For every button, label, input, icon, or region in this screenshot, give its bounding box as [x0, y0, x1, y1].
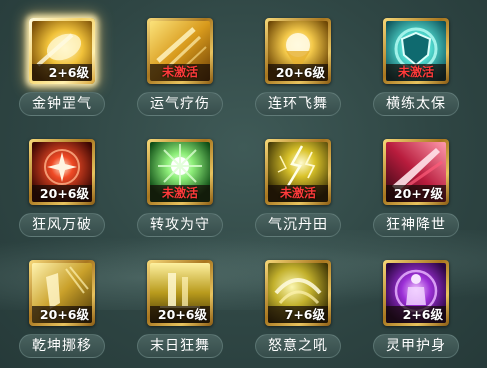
skill-level-badge: 20+6级: [268, 64, 328, 81]
skill-icon-frame[interactable]: 20+6级: [29, 139, 95, 205]
skill-name-label: 狂风万破: [19, 213, 105, 237]
skill-level-badge: 20+6级: [32, 185, 92, 202]
skill-icon-frame[interactable]: 20+6级: [147, 260, 213, 326]
flying-dance-icon: 20+6级: [268, 21, 328, 81]
skill-grid: 2+6级 金钟罡气 未激活 运气疗伤 20+6级 连环飞舞 未激活 横练太保 2…: [0, 0, 487, 368]
skill-slot[interactable]: 未激活 运气疗伤: [127, 18, 231, 126]
skill-slot[interactable]: 20+6级 末日狂舞: [127, 260, 231, 368]
skill-slot[interactable]: 20+6级 狂风万破: [9, 139, 113, 247]
skill-level-badge: 2+6级: [32, 64, 92, 81]
skill-icon-frame[interactable]: 未激活: [383, 18, 449, 84]
skill-icon-frame[interactable]: 2+6级: [383, 260, 449, 326]
skill-slot[interactable]: 7+6级 怒意之吼: [245, 260, 349, 368]
skill-name-label: 气沉丹田: [255, 213, 341, 237]
skill-slot[interactable]: 20+6级 连环飞舞: [245, 18, 349, 126]
skill-icon-frame[interactable]: 20+7级: [383, 139, 449, 205]
skill-name-label: 运气疗伤: [137, 92, 223, 116]
skill-level-badge: 20+6级: [32, 306, 92, 323]
skill-icon-frame[interactable]: 20+6级: [29, 260, 95, 326]
spirit-armor-icon: 2+6级: [386, 263, 446, 323]
skill-level-badge: 20+6级: [150, 306, 210, 323]
healing-qi-icon: 未激活: [150, 21, 210, 81]
skill-name-label: 转攻为守: [137, 213, 223, 237]
skill-level-badge: 未激活: [150, 185, 210, 202]
golden-bell-icon: 2+6级: [32, 21, 92, 81]
skill-icon-frame[interactable]: 未激活: [147, 18, 213, 84]
skill-name-label: 怒意之吼: [255, 334, 341, 358]
skill-level-badge: 7+6级: [268, 306, 328, 323]
skill-name-label: 连环飞舞: [255, 92, 341, 116]
skill-icon-frame[interactable]: 2+6级: [29, 18, 95, 84]
skill-name-label: 金钟罡气: [19, 92, 105, 116]
skill-slot[interactable]: 2+6级 金钟罡气: [9, 18, 113, 126]
skill-slot[interactable]: 未激活 转攻为守: [127, 139, 231, 247]
skill-name-label: 横练太保: [373, 92, 459, 116]
skill-slot[interactable]: 20+6级 乾坤挪移: [9, 260, 113, 368]
skill-icon-frame[interactable]: 未激活: [147, 139, 213, 205]
wind-burst-icon: 20+6级: [32, 142, 92, 202]
skill-name-label: 末日狂舞: [137, 334, 223, 358]
skill-level-badge: 20+7级: [386, 185, 446, 202]
skill-slot[interactable]: 2+6级 灵甲护身: [363, 260, 467, 368]
skill-name-label: 灵甲护身: [373, 334, 459, 358]
skill-icon-frame[interactable]: 20+6级: [265, 18, 331, 84]
golden-shield-icon: 20+6级: [32, 263, 92, 323]
skill-name-label: 狂神降世: [373, 213, 459, 237]
green-light-icon: 未激活: [150, 142, 210, 202]
skill-level-badge: 未激活: [386, 64, 446, 81]
doom-dance-icon: 20+6级: [150, 263, 210, 323]
shield-icon: 未激活: [386, 21, 446, 81]
lightning-icon: 未激活: [268, 142, 328, 202]
skill-icon-frame[interactable]: 未激活: [265, 139, 331, 205]
skill-slot[interactable]: 未激活 气沉丹田: [245, 139, 349, 247]
skill-level-badge: 未激活: [268, 185, 328, 202]
crimson-blade-icon: 20+7级: [386, 142, 446, 202]
skill-level-badge: 未激活: [150, 64, 210, 81]
skill-name-label: 乾坤挪移: [19, 334, 105, 358]
roar-icon: 7+6级: [268, 263, 328, 323]
skill-slot[interactable]: 20+7级 狂神降世: [363, 139, 467, 247]
skill-slot[interactable]: 未激活 横练太保: [363, 18, 467, 126]
skill-level-badge: 2+6级: [386, 306, 446, 323]
skill-icon-frame[interactable]: 7+6级: [265, 260, 331, 326]
